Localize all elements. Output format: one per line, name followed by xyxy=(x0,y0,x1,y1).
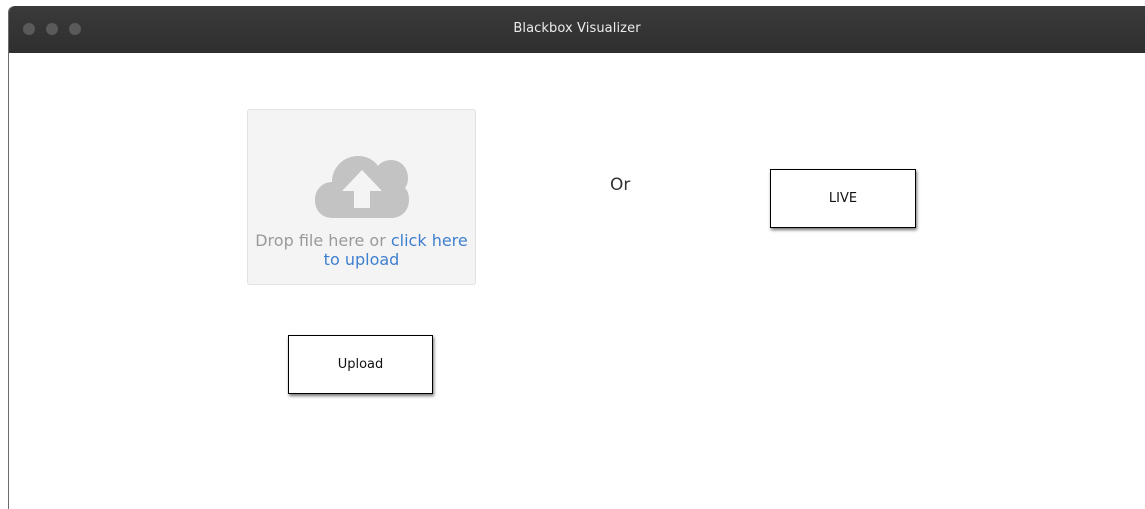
window-title: Blackbox Visualizer xyxy=(513,21,641,36)
upload-button[interactable]: Upload xyxy=(288,335,433,394)
title-bar[interactable]: Blackbox Visualizer xyxy=(9,6,1145,53)
live-button[interactable]: LIVE xyxy=(770,169,916,228)
dropzone-instructions: Drop file here or click here to upload xyxy=(248,231,475,269)
or-separator-label: Or xyxy=(610,175,631,195)
app-window: Blackbox Visualizer Drop file here or cl… xyxy=(8,6,1145,509)
cloud-upload-icon xyxy=(315,156,409,218)
file-dropzone[interactable]: Drop file here or click here to upload xyxy=(247,109,476,285)
dropzone-text: Drop file here or xyxy=(255,231,391,250)
main-content: Drop file here or click here to upload O… xyxy=(9,53,1145,509)
